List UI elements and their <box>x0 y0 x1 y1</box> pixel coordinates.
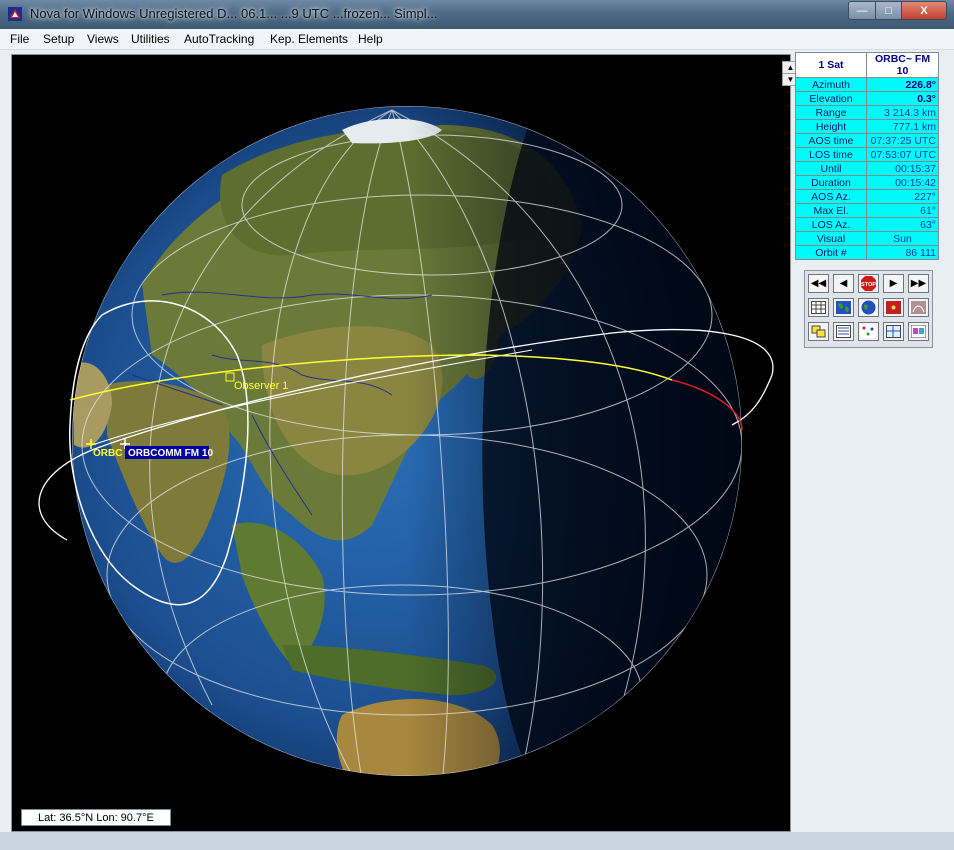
globe-icon <box>861 300 876 315</box>
sat-count-header[interactable]: 1 Sat <box>795 52 867 78</box>
app-window: Nova for Windows Unregistered D... 06.1.… <box>0 0 954 850</box>
play-icon: ▶ <box>889 278 898 289</box>
info-label: LOS Az. <box>795 217 867 232</box>
maximize-button[interactable]: □ <box>875 1 902 20</box>
rewind-icon: ◀◀ <box>810 278 827 289</box>
info-label: AOS time <box>795 133 867 148</box>
rewind-button[interactable]: ◀◀ <box>808 274 829 293</box>
info-label: Range <box>795 105 867 120</box>
color-button[interactable] <box>908 322 929 341</box>
info-value: 00:15:42 <box>866 175 939 190</box>
info-value: Sun <box>866 231 939 246</box>
map-view-button[interactable] <box>833 298 854 317</box>
info-value: 0.3° <box>866 91 939 106</box>
info-value: 63° <box>866 217 939 232</box>
info-label: AOS Az. <box>795 189 867 204</box>
menu-file[interactable]: File <box>10 32 29 46</box>
info-value: 07:37:25 UTC <box>866 133 939 148</box>
info-label: Orbit # <box>795 245 867 260</box>
satellite-icon <box>861 325 876 338</box>
windows-button[interactable] <box>808 322 829 341</box>
info-label: Azimuth <box>795 77 867 92</box>
menu-views[interactable]: Views <box>87 32 119 46</box>
satellite-label-short: ORBC <box>93 448 122 459</box>
map-icon <box>836 301 851 314</box>
info-value: 07:53:07 UTC <box>866 147 939 162</box>
info-value: 86 111 <box>866 245 939 260</box>
menu-autotracking[interactable]: AutoTracking <box>184 32 254 46</box>
globe-canvas: Observer 1 ORBC ORBCOMM FM 10 <box>38 106 774 776</box>
svg-text:STOP: STOP <box>861 282 876 288</box>
menu-utilities[interactable]: Utilities <box>131 32 170 46</box>
sky-icon <box>911 301 926 314</box>
stop-icon: STOP <box>861 276 876 291</box>
list-icon <box>836 325 851 338</box>
play-button[interactable]: ▶ <box>883 274 904 293</box>
radar-icon <box>886 301 901 314</box>
info-value: 61° <box>866 203 939 218</box>
info-label: Until <box>795 161 867 176</box>
window-title: Nova for Windows Unregistered D... 06.1.… <box>30 6 438 21</box>
observer-label: Observer 1 <box>234 380 288 392</box>
table-view-button[interactable] <box>808 298 829 317</box>
info-label: Max El. <box>795 203 867 218</box>
globe-view-button[interactable] <box>858 298 879 317</box>
grid-icon <box>886 325 901 338</box>
window-bottom-border <box>0 832 954 850</box>
info-label: LOS time <box>795 147 867 162</box>
list-button[interactable] <box>833 322 854 341</box>
grid-button[interactable] <box>883 322 904 341</box>
info-label: Visual <box>795 231 867 246</box>
fast-forward-button[interactable]: ▶▶ <box>908 274 929 293</box>
fast-forward-icon: ▶▶ <box>910 278 927 289</box>
menu-kep-elements[interactable]: Kep. Elements <box>270 32 348 46</box>
step-back-icon: ◀ <box>839 278 848 289</box>
nova-app-icon[interactable] <box>7 6 23 22</box>
info-label: Duration <box>795 175 867 190</box>
info-value: 3 214.3 km <box>866 105 939 120</box>
color-icon <box>911 325 926 338</box>
info-value: 226.8° <box>866 77 939 92</box>
menu-help[interactable]: Help <box>358 32 383 46</box>
minimize-button[interactable]: — <box>848 1 876 20</box>
globe-view[interactable]: Observer 1 ORBC ORBCOMM FM 10 ▲ ▼ <box>11 54 799 832</box>
radar-view-button[interactable] <box>883 298 904 317</box>
info-value: 00:15:37 <box>866 161 939 176</box>
windows-icon <box>811 325 826 338</box>
info-value: 777.1 km <box>866 119 939 134</box>
control-toolbar: ◀◀ ◀ STOP ▶ ▶▶ <box>804 270 933 348</box>
stop-button[interactable]: STOP <box>858 274 879 293</box>
sat-name-header[interactable]: ORBC~ FM 10 <box>866 52 939 78</box>
satellite-info-table: 1 Sat ORBC~ FM 10 Azimuth 226.8° Elevatio… <box>795 52 939 260</box>
coordinate-readout: Lat: 36.5°N Lon: 90.7°E <box>21 809 171 826</box>
table-icon <box>811 301 826 314</box>
close-button[interactable]: X <box>901 1 947 20</box>
menu-bar: File Setup Views Utilities AutoTracking … <box>0 29 954 50</box>
info-label: Height <box>795 119 867 134</box>
satellite-button[interactable] <box>858 322 879 341</box>
info-value: 227° <box>866 189 939 204</box>
info-label: Elevation <box>795 91 867 106</box>
step-back-button[interactable]: ◀ <box>833 274 854 293</box>
title-bar[interactable]: Nova for Windows Unregistered D... 06.1.… <box>0 0 954 29</box>
satellite-label: ORBCOMM FM 10 <box>128 448 213 459</box>
sky-view-button[interactable] <box>908 298 929 317</box>
menu-setup[interactable]: Setup <box>43 32 74 46</box>
info-panel: 1 Sat ORBC~ FM 10 Azimuth 226.8° Elevatio… <box>795 52 943 260</box>
